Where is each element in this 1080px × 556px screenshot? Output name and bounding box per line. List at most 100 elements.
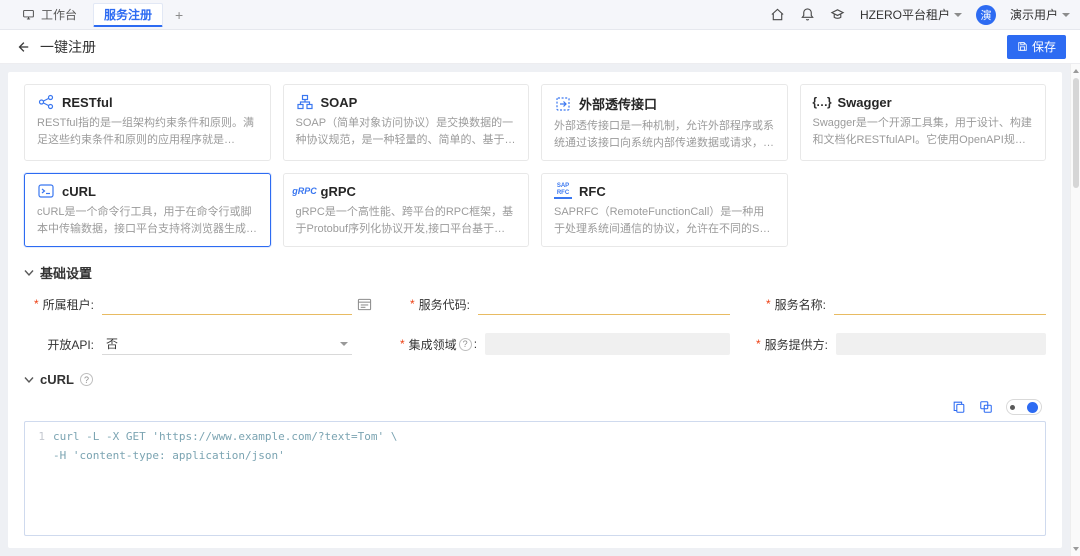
add-tab-button[interactable]: + [169,5,189,25]
curl-code-editor[interactable]: 1 curl -L -X GET 'https://www.example.co… [24,421,1046,536]
code-line: -H 'content-type: application/json' [25,447,1045,466]
chevron-down-icon [1062,12,1070,17]
required-mark: * [409,297,415,311]
lov-select-icon[interactable] [357,297,372,312]
line-number [25,447,53,466]
card-title: Swagger [837,94,892,110]
restful-icon [37,94,55,110]
service-name-input[interactable] [834,293,1046,315]
service-provider-input-disabled [836,333,1046,355]
top-tab-bar: 工作台 服务注册 + HZERO平台租户 演 演示用户 [0,0,1080,30]
card-grpc[interactable]: gRPC gRPC gRPC是一个高性能、跨平台的RPC框架，基于Protobu… [282,173,529,247]
toggle-on-dot [1027,401,1038,413]
back-button[interactable] [14,38,32,56]
tenant-switcher-label: HZERO平台租户 [859,8,950,22]
grpc-logo-icon: gRPC [292,186,317,196]
soap-icon [296,94,314,110]
tab-service-register-label: 服务注册 [104,7,153,22]
line-number: 1 [38,430,45,443]
code-line: 1 curl -L -X GET 'https://www.example.co… [25,428,1045,447]
vertical-scrollbar[interactable] [1070,64,1080,556]
user-menu-label: 演示用户 [1009,8,1058,22]
service-name-label: * 服务名称: [765,297,826,312]
card-swagger[interactable]: {…} Swagger Swagger是一个开源工具集，用于设计、构建和文档化R… [799,84,1046,161]
duplicate-icon[interactable] [979,400,994,415]
code-text: curl -L -X GET 'https://www.example.com/… [53,430,398,443]
toggle-off-dot [1010,404,1015,410]
workbench-icon [20,7,36,23]
open-api-value: 否 [106,337,119,351]
chevron-down-icon [953,12,962,17]
basic-settings-header[interactable]: 基础设置 [24,263,1046,282]
curl-section-title: cURL [40,372,74,387]
basic-settings-title: 基础设置 [40,266,93,281]
save-button-label: 保存 [1031,40,1056,54]
tab-workbench[interactable]: 工作台 [10,3,87,27]
required-mark: * [765,297,771,311]
integration-domain-label: * 集成领域 ? : [400,337,478,352]
card-rfc[interactable]: SAP RFC RFC SAPRFC（RemoteFunctionCall）是一… [541,173,788,247]
user-menu[interactable]: 演示用户 [1010,6,1070,23]
basic-settings-form: * 所属租户: * 服务代码: * 服务名称: 开放API: 否 * 集成领域 … [24,292,1046,356]
integration-domain-input-disabled [485,333,730,355]
tenant-switcher[interactable]: HZERO平台租户 [860,6,962,23]
card-description: SOAP（简单对象访问协议）是交换数据的一种协议规范，是一种轻量的、简单的、基于… [295,117,514,146]
field-service-provider: * 服务提供方: [756,332,1046,356]
help-icon[interactable]: ? [79,373,93,386]
editor-view-toggle[interactable] [1006,399,1042,415]
card-title: SOAP [320,94,358,110]
field-service-code: * 服务代码: [400,292,730,316]
sap-rfc-logo-icon: SAP RFC [554,183,572,199]
required-mark: * [400,337,405,351]
curl-section-header[interactable]: cURL ? [24,372,1046,387]
scroll-down-arrow[interactable] [1072,544,1080,554]
card-title: gRPC [320,183,356,199]
curl-terminal-icon [37,183,55,199]
page-title: 一键注册 [40,38,96,55]
card-external-api[interactable]: 外部透传接口 外部透传接口是一种机制，允许外部程序或系统通过该接口向系统内部传递… [541,84,788,161]
chevron-down-icon [24,269,34,276]
required-mark: * [756,337,761,351]
content-area: RESTful RESTful指的是一组架构约束条件和原则。满足这些约束条件和原… [0,64,1070,556]
card-soap[interactable]: SOAP SOAP（简单对象访问协议）是交换数据的一种协议规范，是一种轻量的、简… [282,84,529,161]
chevron-down-icon [24,376,34,383]
open-api-label: 开放API: [47,337,94,352]
field-integration-domain: * 集成领域 ? : [400,332,730,356]
external-passthrough-icon [554,96,572,112]
bell-icon[interactable] [800,7,816,23]
card-description: Swagger是一个开源工具集，用于设计、构建和文档化RESTfulAPI。它使… [812,117,1032,146]
tab-service-register[interactable]: 服务注册 [93,2,164,27]
service-provider-label: * 服务提供方: [756,337,829,352]
card-title: RFC [579,183,606,199]
field-tenant: * 所属租户: [24,292,374,316]
page-header: 一键注册 保存 [0,30,1080,64]
card-curl[interactable]: cURL cURL是一个命令行工具，用于在命令行或脚本中传输数据，接口平台支持将… [24,173,271,247]
service-code-label: * 服务代码: [409,297,470,312]
open-api-select[interactable]: 否 [102,333,352,355]
card-title: 外部透传接口 [579,97,658,112]
scroll-up-arrow[interactable] [1072,66,1080,76]
card-restful[interactable]: RESTful RESTful指的是一组架构约束条件和原则。满足这些约束条件和原… [24,84,271,161]
save-button[interactable]: 保存 [1006,34,1066,59]
card-description: RESTful指的是一组架构约束条件和原则。满足这些约束条件和原则的应用程序就是… [37,117,254,146]
scrollbar-thumb[interactable] [1073,78,1079,188]
service-type-grid: RESTful RESTful指的是一组架构约束条件和原则。满足这些约束条件和原… [24,84,1046,247]
field-service-name: * 服务名称: [756,292,1046,316]
tenant-label: * 所属租户: [33,297,94,312]
help-icon[interactable]: ? [458,337,472,351]
code-text: -H 'content-type: application/json' [53,448,285,462]
chevron-down-icon [340,341,348,346]
card-description: SAPRFC（RemoteFunctionCall）是一种用于处理系统间通信的协… [554,206,775,235]
editor-toolbar [24,397,1046,421]
tab-workbench-label: 工作台 [41,8,78,22]
card-description: cURL是一个命令行工具，用于在命令行或脚本中传输数据，接口平台支持将浏览器生成… [37,206,257,235]
service-code-input[interactable] [478,293,730,315]
home-icon[interactable] [770,7,786,23]
card-title: RESTful [62,94,113,110]
graduation-cap-icon[interactable] [830,7,846,23]
register-panel: RESTful RESTful指的是一组架构约束条件和原则。满足这些约束条件和原… [8,72,1062,548]
tenant-input[interactable] [102,293,352,315]
card-description: gRPC是一个高性能、跨平台的RPC框架，基于Protobuf序列化协议开发,接… [295,206,514,235]
avatar[interactable]: 演 [975,4,996,25]
copy-icon[interactable] [952,400,967,415]
